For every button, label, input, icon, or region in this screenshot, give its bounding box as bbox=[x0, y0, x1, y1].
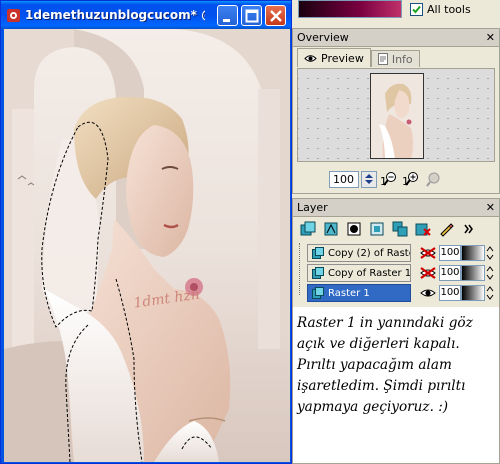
tab-preview-label: Preview bbox=[321, 51, 364, 65]
eye-icon bbox=[304, 54, 317, 62]
eye-open-icon[interactable] bbox=[419, 285, 437, 301]
color-swatch[interactable] bbox=[298, 0, 402, 18]
opacity-value[interactable]: 100 bbox=[439, 265, 461, 281]
chevron-right-icon bbox=[464, 224, 473, 234]
layer-title: Layer bbox=[297, 201, 328, 214]
opacity-value[interactable]: 100 bbox=[439, 285, 461, 301]
delete-layer-icon bbox=[415, 223, 431, 236]
overview-close-icon[interactable]: ✕ bbox=[486, 32, 495, 43]
minimize-button[interactable] bbox=[217, 5, 238, 26]
edit-pencil-icon bbox=[440, 223, 454, 237]
eye-closed-icon[interactable] bbox=[419, 245, 437, 261]
zoom-out-button[interactable]: 1 bbox=[379, 169, 399, 189]
layer-name: Raster 1 bbox=[328, 287, 370, 299]
close-button[interactable] bbox=[265, 5, 286, 26]
zoom-in-button[interactable]: 1 bbox=[401, 169, 421, 189]
raster-layer-icon bbox=[312, 287, 324, 299]
duplicate-layer-button[interactable] bbox=[390, 219, 410, 239]
checkmark-icon bbox=[412, 5, 421, 13]
image-canvas[interactable]: 1dmt hzn bbox=[4, 29, 290, 462]
opacity-slider[interactable] bbox=[461, 245, 485, 261]
delete-layer-button[interactable] bbox=[413, 219, 433, 239]
layer-panel: Layer ✕ Copy (2) of Raster 100 Copy of R… bbox=[292, 198, 500, 464]
layer-name-button[interactable]: Raster 1 bbox=[307, 284, 411, 302]
tutorial-note: Raster 1 in yanındaki göz açık ve diğerl… bbox=[293, 307, 499, 463]
opacity-slider[interactable] bbox=[461, 285, 485, 301]
all-tools-checkbox[interactable] bbox=[410, 2, 423, 16]
adjustment-layer-button[interactable] bbox=[367, 219, 387, 239]
mask-layer-button[interactable] bbox=[344, 219, 364, 239]
layer-name: Copy of Raster 1 bbox=[328, 267, 411, 279]
tab-info-label: Info bbox=[391, 52, 413, 66]
duplicate-icon bbox=[392, 221, 408, 237]
thumbnail-image bbox=[371, 74, 423, 158]
overview-tabs: Preview Info bbox=[297, 48, 420, 67]
top-strip: All tools bbox=[292, 0, 500, 28]
document-window: 1demethuzunblogcucom* @ ... bbox=[0, 0, 292, 464]
tab-info[interactable]: Info bbox=[370, 50, 420, 67]
overview-title: Overview bbox=[297, 31, 349, 44]
app-icon bbox=[7, 9, 20, 22]
layer-name-button[interactable]: Copy of Raster 1 bbox=[307, 264, 411, 282]
opacity-stepper-icon[interactable] bbox=[486, 245, 494, 261]
info-page-icon bbox=[377, 53, 388, 65]
spinner-arrows-icon bbox=[365, 174, 373, 184]
minimize-icon bbox=[223, 19, 230, 22]
raster-layer-icon bbox=[312, 267, 324, 279]
zoom-out-icon: 1 bbox=[380, 172, 396, 188]
close-icon bbox=[270, 10, 282, 22]
zoom-actual-button[interactable] bbox=[423, 169, 443, 189]
layer-list: Copy (2) of Raster 100 Copy of Raster 1 … bbox=[293, 243, 499, 303]
maximize-icon bbox=[245, 9, 259, 23]
overview-panel: Overview ✕ Preview Info 100 1 1 bbox=[292, 28, 500, 194]
maximize-button[interactable] bbox=[241, 5, 262, 26]
artwork-image: 1dmt hzn bbox=[4, 29, 290, 462]
tab-preview[interactable]: Preview bbox=[297, 48, 371, 67]
vector-layer-icon bbox=[324, 222, 338, 236]
layer-row[interactable]: Copy of Raster 1 100 bbox=[293, 263, 499, 283]
document-titlebar[interactable]: 1demethuzunblogcucom* @ ... bbox=[1, 1, 291, 29]
layer-name: Copy (2) of Raster bbox=[328, 247, 411, 259]
opacity-stepper-icon[interactable] bbox=[486, 285, 494, 301]
zoom-disabled-icon bbox=[426, 172, 440, 187]
layer-header[interactable]: Layer ✕ bbox=[293, 199, 499, 217]
document-title: 1demethuzunblogcucom* @ ... bbox=[25, 8, 205, 22]
zoom-controls: 100 1 1 bbox=[329, 169, 443, 189]
adjustment-icon bbox=[370, 222, 384, 236]
zoom-in-icon: 1 bbox=[402, 172, 418, 188]
layer-toolbar bbox=[293, 217, 499, 241]
zoom-input[interactable]: 100 bbox=[329, 170, 359, 188]
new-vector-layer-button[interactable] bbox=[321, 219, 341, 239]
zoom-spinner[interactable] bbox=[361, 170, 377, 188]
all-tools-option[interactable]: All tools bbox=[410, 0, 471, 18]
new-raster-layer-button[interactable] bbox=[298, 219, 318, 239]
layer-properties-button[interactable] bbox=[436, 219, 456, 239]
overview-preview-area[interactable] bbox=[297, 68, 495, 162]
layer-close-icon[interactable]: ✕ bbox=[486, 202, 495, 213]
opacity-value[interactable]: 100 bbox=[439, 245, 461, 261]
layer-row[interactable]: Copy (2) of Raster 100 bbox=[293, 243, 499, 263]
toolbar-more-button[interactable] bbox=[459, 219, 479, 239]
raster-layer-icon bbox=[312, 247, 324, 259]
all-tools-label: All tools bbox=[427, 2, 471, 16]
overview-header[interactable]: Overview ✕ bbox=[293, 29, 499, 47]
overview-thumbnail[interactable] bbox=[370, 73, 424, 159]
mask-icon bbox=[347, 222, 361, 236]
opacity-slider[interactable] bbox=[461, 265, 485, 281]
layer-row[interactable]: Raster 1 100 bbox=[293, 283, 499, 303]
new-layer-icon bbox=[300, 221, 316, 236]
eye-closed-icon[interactable] bbox=[419, 265, 437, 281]
opacity-stepper-icon[interactable] bbox=[486, 265, 494, 281]
layer-name-button[interactable]: Copy (2) of Raster bbox=[307, 244, 411, 262]
